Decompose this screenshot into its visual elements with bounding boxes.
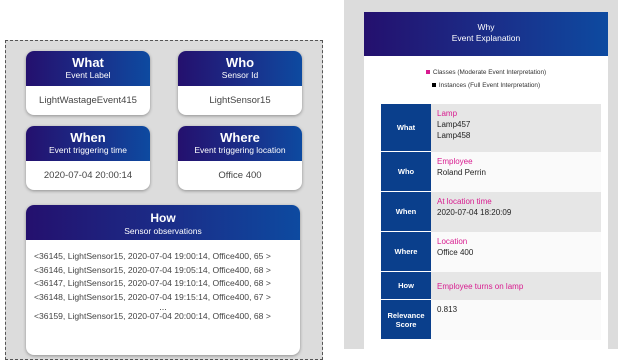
relevance-score-value: 0.813	[437, 305, 458, 314]
who-card-value: LightSensor15	[209, 95, 271, 106]
when-card-value: 2020-07-04 20:00:14	[43, 170, 133, 181]
who-card-header: Who Sensor Id	[178, 51, 302, 86]
how-card-header: How Sensor observations	[26, 205, 300, 240]
explanation-row-where: Where Location Office 400	[381, 232, 601, 272]
row-instance-when: 2020-07-04 18:20:09	[437, 208, 512, 217]
explanation-row-when: When At location time 2020-07-04 18:20:0…	[381, 192, 601, 232]
observation-item: <36145, LightSensor15, 2020-07-04 19:00:…	[34, 251, 271, 261]
observation-list: <36145, LightSensor15, 2020-07-04 19:00:…	[26, 240, 300, 324]
observation-item: <36147, LightSensor15, 2020-07-04 19:10:…	[34, 278, 271, 288]
row-instance-where: Office 400	[437, 248, 474, 257]
observation-item: <36146, LightSensor15, 2020-07-04 19:05:…	[34, 264, 271, 275]
where-card-title: Where	[220, 130, 260, 145]
why-card-header: Why Event Explanation	[364, 12, 608, 56]
legend-instances-label: Instances (Full Event Interpretation)	[438, 82, 541, 89]
explanation-row-how: How Employee turns on lamp	[381, 272, 601, 300]
who-card-title: Who	[225, 55, 255, 70]
event-summary-panel: What Event Label LightWastageEvent415 Wh…	[5, 40, 323, 360]
who-card-subtitle: Sensor Id	[221, 70, 259, 80]
row-value-when: At location time 2020-07-04 18:20:09	[431, 192, 601, 232]
observation-item-last: <36159, LightSensor15, 2020-07-04 20:00:…	[34, 311, 271, 321]
row-label-who: Who	[381, 152, 431, 192]
legend-classes-label: Classes (Moderate Event Interpretation)	[432, 69, 547, 76]
explanation-panel: Why Event Explanation Classes (Moderate …	[344, 0, 618, 357]
explanation-table: What Lamp Lamp457 Lamp458 Who Employee R…	[381, 104, 601, 340]
row-value-how: Employee turns on lamp	[431, 272, 601, 300]
row-class-how: Employee turns on lamp	[437, 281, 524, 291]
how-card-title: How	[150, 211, 176, 225]
row-label-when: When	[381, 192, 431, 232]
explanation-row-relevance: Relevance Score 0.813	[381, 300, 601, 340]
legend-classes: Classes (Moderate Event Interpretation)	[364, 66, 608, 79]
when-card-title: When	[70, 130, 106, 145]
row-label-where: Where	[381, 232, 431, 272]
row-instance-who: Roland Perrin	[437, 168, 486, 177]
what-card-title: What	[72, 55, 104, 70]
classes-swatch-icon	[425, 70, 430, 75]
where-card-value: Office 400	[218, 170, 262, 181]
legend: Classes (Moderate Event Interpretation) …	[364, 66, 608, 92]
legend-instances: Instances (Full Event Interpretation)	[364, 79, 608, 92]
why-card-title: Why	[477, 22, 495, 32]
row-class-where: Location	[437, 237, 468, 246]
row-label-what: What	[381, 104, 431, 152]
row-instance-what-1: Lamp457	[437, 120, 471, 129]
what-card: What Event Label LightWastageEvent415	[26, 51, 150, 115]
when-card-header: When Event triggering time	[26, 126, 150, 161]
row-value-what: Lamp Lamp457 Lamp458	[431, 104, 601, 152]
how-card-subtitle: Sensor observations	[124, 226, 202, 236]
when-card: When Event triggering time 2020-07-04 20…	[26, 126, 150, 190]
what-card-value: LightWastageEvent415	[39, 95, 137, 106]
how-card: How Sensor observations <36145, LightSen…	[26, 205, 300, 355]
row-class-who: Employee	[437, 157, 473, 166]
row-value-who: Employee Roland Perrin	[431, 152, 601, 192]
what-card-header: What Event Label	[26, 51, 150, 86]
row-instance-what-2: Lamp458	[437, 131, 471, 140]
who-card: Who Sensor Id LightSensor15	[178, 51, 302, 115]
row-class-what: Lamp	[437, 109, 458, 118]
what-card-subtitle: Event Label	[65, 70, 111, 80]
row-value-where: Location Office 400	[431, 232, 601, 272]
row-label-how: How	[381, 272, 431, 300]
row-label-relevance-score: Relevance Score	[381, 300, 431, 340]
explanation-row-what: What Lamp Lamp457 Lamp458	[381, 104, 601, 152]
why-card: Why Event Explanation Classes (Moderate …	[364, 12, 608, 357]
row-class-when: At location time	[437, 197, 492, 206]
where-card-header: Where Event triggering location	[178, 126, 302, 161]
where-card-subtitle: Event triggering location	[194, 145, 286, 155]
when-card-subtitle: Event triggering time	[49, 145, 127, 155]
why-card-subtitle: Event Explanation	[451, 33, 521, 43]
explanation-row-who: Who Employee Roland Perrin	[381, 152, 601, 192]
row-value-relevance: 0.813	[431, 300, 601, 340]
where-card: Where Event triggering location Office 4…	[178, 126, 302, 190]
instances-swatch-icon	[431, 83, 436, 88]
